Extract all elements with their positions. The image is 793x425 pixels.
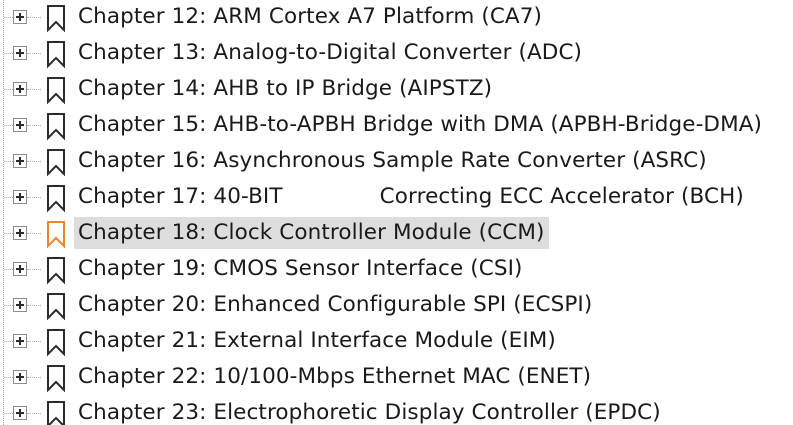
- expand-plus-icon[interactable]: [13, 46, 27, 60]
- expand-plus-icon[interactable]: [13, 154, 27, 168]
- expand-plus-icon[interactable]: [13, 190, 27, 204]
- tree-connector: [4, 125, 13, 126]
- tree-connector: [27, 233, 41, 234]
- bookmark-row-chapter-23[interactable]: Chapter 23: Electrophoretic Display Cont…: [0, 395, 793, 425]
- bookmark-label[interactable]: Chapter 12: ARM Cortex A7 Platform (CA7): [74, 1, 546, 33]
- tree-connector: [27, 161, 41, 162]
- bookmark-row-chapter-22[interactable]: Chapter 22: 10/100-Mbps Ethernet MAC (EN…: [0, 359, 793, 395]
- bookmark-icon: [45, 76, 67, 104]
- tree-connector: [4, 305, 13, 306]
- bookmark-label[interactable]: Chapter 23: Electrophoretic Display Cont…: [74, 397, 665, 425]
- bookmark-label[interactable]: Chapter 22: 10/100-Mbps Ethernet MAC (EN…: [74, 361, 595, 393]
- bookmarks-tree[interactable]: Chapter 12: ARM Cortex A7 Platform (CA7)…: [0, 0, 793, 425]
- bookmark-label[interactable]: Chapter 20: Enhanced Configurable SPI (E…: [74, 289, 596, 321]
- bookmark-icon: [45, 4, 67, 32]
- tree-connector: [27, 377, 41, 378]
- tree-connector: [4, 53, 13, 54]
- tree-connector: [27, 17, 41, 18]
- tree-connector: [27, 305, 41, 306]
- bookmark-icon: [45, 328, 67, 356]
- bookmark-row-chapter-15[interactable]: Chapter 15: AHB-to-APBH Bridge with DMA …: [0, 107, 793, 143]
- tree-connector: [4, 269, 13, 270]
- bookmark-icon: [45, 256, 67, 284]
- expand-plus-icon[interactable]: [13, 262, 27, 276]
- expand-plus-icon[interactable]: [13, 406, 27, 420]
- tree-connector: [4, 89, 13, 90]
- tree-connector: [4, 197, 13, 198]
- tree-connector: [4, 413, 13, 414]
- expand-plus-icon[interactable]: [13, 82, 27, 96]
- bookmark-row-chapter-19[interactable]: Chapter 19: CMOS Sensor Interface (CSI): [0, 251, 793, 287]
- tree-connector: [27, 53, 41, 54]
- bookmark-row-chapter-12[interactable]: Chapter 12: ARM Cortex A7 Platform (CA7): [0, 0, 793, 35]
- bookmark-selected-icon: [45, 220, 67, 248]
- bookmark-row-chapter-21[interactable]: Chapter 21: External Interface Module (E…: [0, 323, 793, 359]
- tree-connector: [4, 341, 13, 342]
- bookmark-label[interactable]: Chapter 13: Analog-to-Digital Converter …: [74, 37, 586, 69]
- tree-connector: [27, 125, 41, 126]
- bookmark-label[interactable]: Chapter 16: Asynchronous Sample Rate Con…: [74, 145, 711, 177]
- bookmark-icon: [45, 148, 67, 176]
- expand-plus-icon[interactable]: [13, 370, 27, 384]
- tree-connector: [27, 413, 41, 414]
- expand-plus-icon[interactable]: [13, 118, 27, 132]
- tree-connector: [4, 377, 13, 378]
- tree-connector: [4, 17, 13, 18]
- bookmark-icon: [45, 364, 67, 392]
- expand-plus-icon[interactable]: [13, 10, 27, 24]
- bookmark-label[interactable]: Chapter 17: 40-BIT Correcting ECC Accele…: [74, 181, 748, 213]
- tree-connector: [4, 233, 13, 234]
- bookmark-row-chapter-17[interactable]: Chapter 17: 40-BIT Correcting ECC Accele…: [0, 179, 793, 215]
- bookmark-label[interactable]: Chapter 15: AHB-to-APBH Bridge with DMA …: [74, 109, 766, 141]
- bookmark-row-chapter-16[interactable]: Chapter 16: Asynchronous Sample Rate Con…: [0, 143, 793, 179]
- bookmark-icon: [45, 184, 67, 212]
- bookmark-icon: [45, 400, 67, 425]
- bookmark-row-chapter-13[interactable]: Chapter 13: Analog-to-Digital Converter …: [0, 35, 793, 71]
- bookmark-icon: [45, 292, 67, 320]
- bookmark-label[interactable]: Chapter 21: External Interface Module (E…: [74, 325, 560, 357]
- bookmark-label[interactable]: Chapter 19: CMOS Sensor Interface (CSI): [74, 253, 527, 285]
- bookmark-icon: [45, 112, 67, 140]
- tree-connector: [27, 89, 41, 90]
- tree-connector: [27, 341, 41, 342]
- bookmark-row-chapter-20[interactable]: Chapter 20: Enhanced Configurable SPI (E…: [0, 287, 793, 323]
- tree-connector: [27, 269, 41, 270]
- bookmark-row-chapter-18[interactable]: Chapter 18: Clock Controller Module (CCM…: [0, 215, 793, 251]
- tree-connector: [27, 197, 41, 198]
- expand-plus-icon[interactable]: [13, 334, 27, 348]
- tree-connector: [4, 161, 13, 162]
- bookmark-icon: [45, 40, 67, 68]
- bookmark-label-selected[interactable]: Chapter 18: Clock Controller Module (CCM…: [74, 217, 549, 249]
- bookmark-row-chapter-14[interactable]: Chapter 14: AHB to IP Bridge (AIPSTZ): [0, 71, 793, 107]
- expand-plus-icon[interactable]: [13, 298, 27, 312]
- bookmark-label[interactable]: Chapter 14: AHB to IP Bridge (AIPSTZ): [74, 73, 496, 105]
- expand-plus-icon[interactable]: [13, 226, 27, 240]
